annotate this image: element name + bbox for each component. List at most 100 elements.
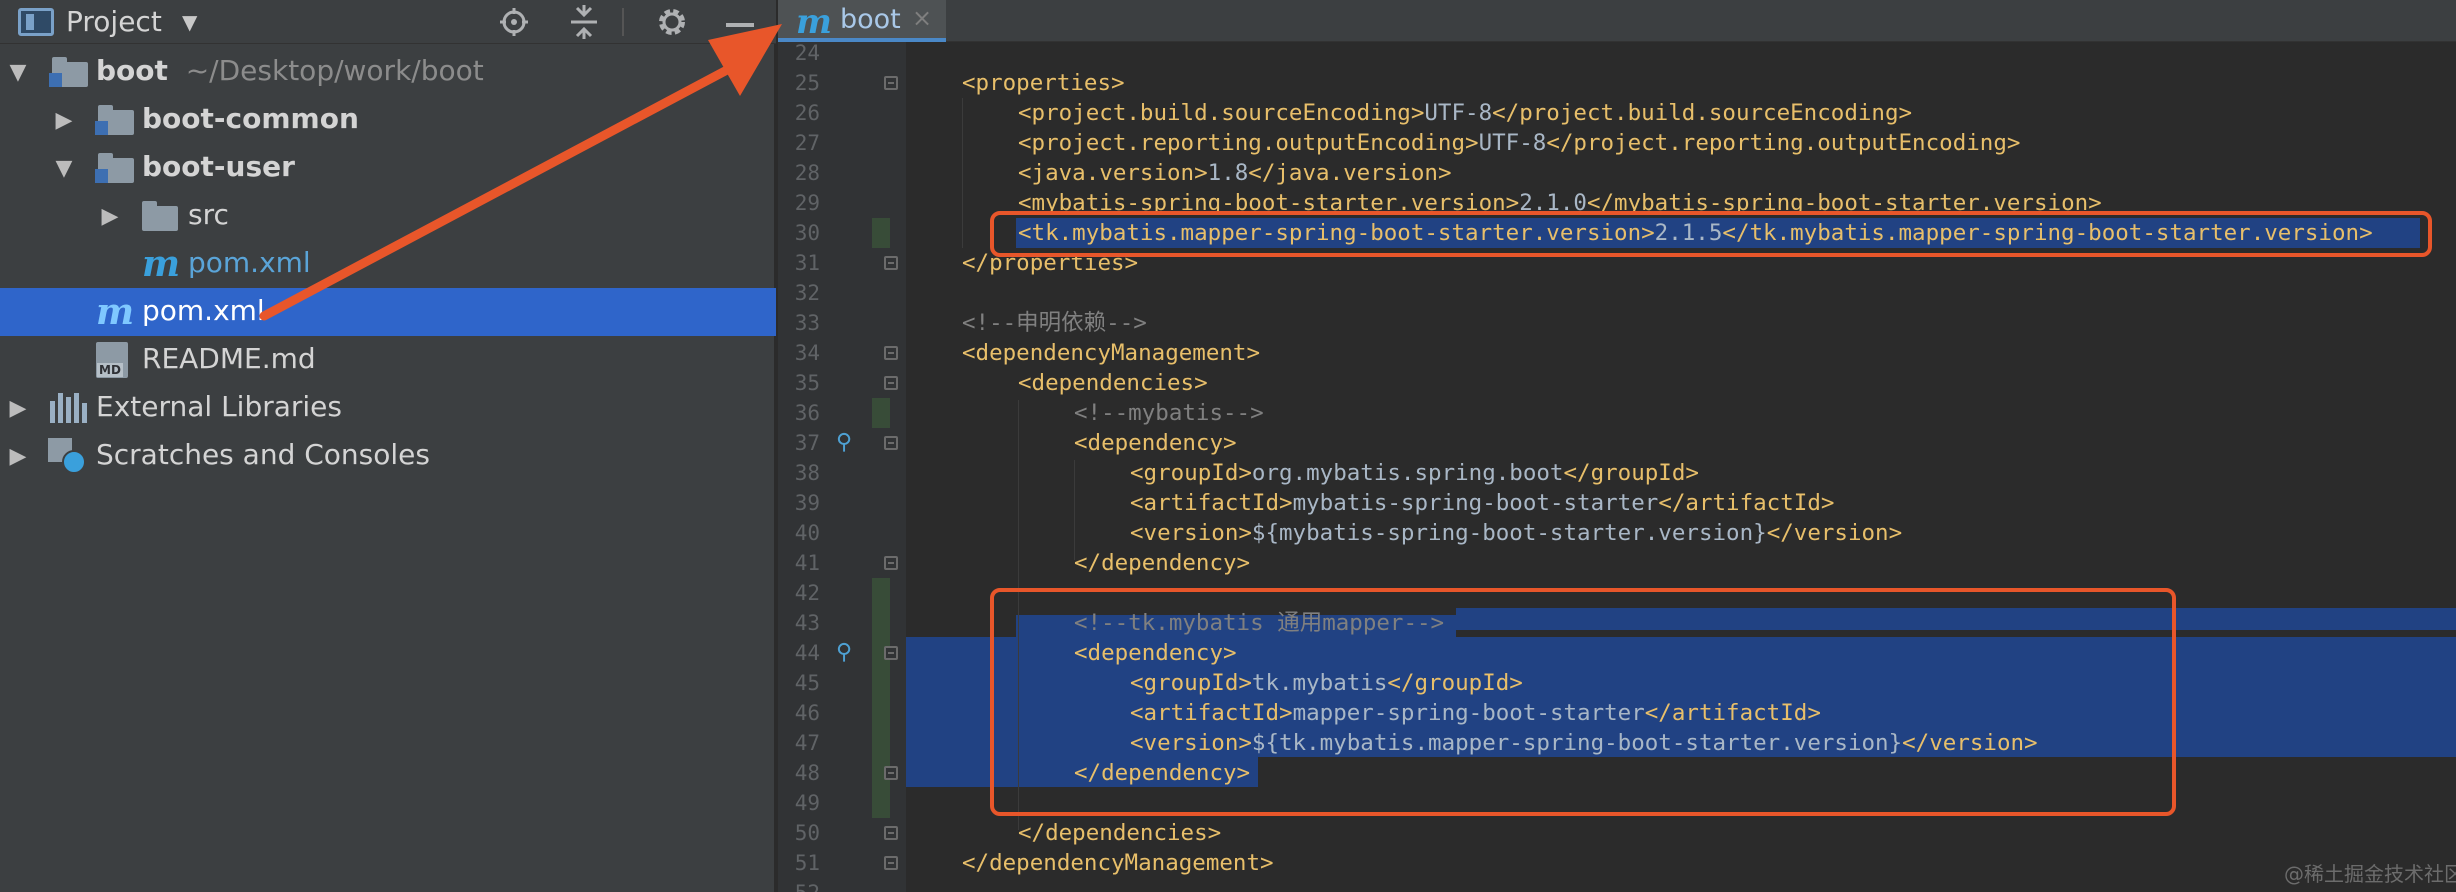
code-line[interactable]: <dependency> (1074, 428, 1237, 458)
dependency-gutter-icon[interactable]: ⚲ (832, 638, 856, 668)
dependency-gutter-icon[interactable]: ⚲ (832, 428, 856, 458)
xml-tag: </dependencies> (1018, 820, 1222, 846)
line-number: 37 (794, 431, 820, 455)
collapse-all-icon[interactable] (566, 4, 602, 40)
code-line[interactable]: <mybatis-spring-boot-starter.version>2.1… (1018, 188, 2102, 218)
chevron-down-icon[interactable]: ▼ (182, 10, 197, 34)
xml-text: mapper-spring-boot-starter (1292, 700, 1645, 726)
fold-marker-icon[interactable] (884, 766, 898, 780)
xml-tag: <dependencyManagement> (962, 340, 1261, 366)
line-number: 26 (794, 101, 820, 125)
xml-tag: </project.reporting.outputEncoding> (1546, 130, 2021, 156)
line-number: 27 (794, 131, 820, 155)
close-icon[interactable]: × (912, 4, 932, 32)
libraries-icon (50, 393, 87, 423)
fold-marker-icon[interactable] (884, 646, 898, 660)
minimize-icon[interactable] (722, 4, 758, 40)
expand-arrow-icon[interactable]: ▶ (52, 108, 76, 133)
line-number: 51 (794, 851, 820, 875)
fold-marker-icon[interactable] (884, 856, 898, 870)
xml-tag: <tk.mybatis.mapper-spring-boot-starter.v… (1018, 220, 1655, 246)
tree-item-boot-user[interactable]: ▼ boot-user (0, 144, 776, 192)
code-line[interactable]: <dependency> (1074, 638, 1237, 668)
line-number: 24 (794, 41, 820, 65)
line-number: 45 (794, 671, 820, 695)
xml-tag: </project.build.sourceEncoding> (1492, 100, 1913, 126)
tree-item-label: Scratches and Consoles (96, 438, 430, 471)
line-number: 49 (794, 791, 820, 815)
fold-marker-icon[interactable] (884, 346, 898, 360)
tree-item-boot[interactable]: ▼ boot ~/Desktop/work/boot (0, 48, 776, 96)
tab-boot[interactable]: m boot × (778, 0, 946, 42)
tree-item-label: src (188, 198, 229, 231)
expand-arrow-icon[interactable]: ▼ (6, 60, 30, 85)
fold-marker-icon[interactable] (884, 376, 898, 390)
code-line[interactable]: <version>${tk.mybatis.mapper-spring-boot… (1130, 728, 2038, 758)
vcs-change-marker[interactable] (872, 578, 890, 818)
tree-item-external-libraries[interactable]: ▶ External Libraries (0, 384, 776, 432)
xml-tag: </mybatis-spring-boot-starter.version> (1586, 190, 2102, 216)
xml-tag: </version> (1902, 730, 2038, 756)
vcs-change-marker[interactable] (872, 218, 890, 248)
xml-comment: <!--mybatis--> (1074, 400, 1264, 426)
tree-item-readme[interactable]: MD README.md (0, 336, 776, 384)
code-line[interactable]: <groupId>tk.mybatis</groupId> (1130, 668, 1523, 698)
code-line[interactable]: <dependencies> (1018, 368, 1208, 398)
tree-item-src[interactable]: ▶ src (0, 192, 776, 240)
xml-text: UTF-8 (1478, 130, 1547, 156)
line-number: 50 (794, 821, 820, 845)
code-line[interactable]: </dependency> (1074, 758, 1250, 788)
line-number: 29 (794, 191, 820, 215)
code-line[interactable]: <dependencyManagement> (962, 338, 1260, 368)
code-line[interactable]: <groupId>org.mybatis.spring.boot</groupI… (1130, 458, 1699, 488)
xml-tag: <dependencies> (1018, 370, 1208, 396)
fold-marker-icon[interactable] (884, 556, 898, 570)
code-line[interactable]: </dependencies> (1018, 818, 1221, 848)
xml-tag: <project.build.sourceEncoding> (1018, 100, 1425, 126)
code-line[interactable]: </properties> (962, 248, 1138, 278)
code-line[interactable]: <!--申明依赖--> (962, 308, 1147, 338)
line-number: 38 (794, 461, 820, 485)
code-line[interactable]: <tk.mybatis.mapper-spring-boot-starter.v… (1018, 218, 2373, 248)
tree-item-root-pom[interactable]: m pom.xml (0, 288, 776, 336)
tree-item-scratches[interactable]: ▶ Scratches and Consoles (0, 432, 776, 480)
code-line[interactable]: <java.version>1.8</java.version> (1018, 158, 1452, 188)
gear-icon[interactable] (652, 4, 692, 40)
code-line[interactable]: <version>${mybatis-spring-boot-starter.v… (1130, 518, 1902, 548)
code-line[interactable]: <artifactId>mapper-spring-boot-starter</… (1130, 698, 1821, 728)
xml-tag: </tk.mybatis.mapper-spring-boot-starter.… (1722, 220, 2373, 246)
fold-marker-icon[interactable] (884, 436, 898, 450)
locate-file-icon[interactable] (496, 4, 532, 40)
xml-tag: <groupId> (1130, 460, 1252, 486)
code-line[interactable]: <!--mybatis--> (1074, 398, 1264, 428)
line-number: 41 (794, 551, 820, 575)
fold-marker-icon[interactable] (884, 826, 898, 840)
code-line[interactable]: </dependencyManagement> (962, 848, 1274, 878)
xml-tag: <properties> (962, 70, 1125, 96)
expand-arrow-icon[interactable]: ▶ (6, 396, 30, 421)
line-number: 35 (794, 371, 820, 395)
project-panel-title[interactable]: Project (66, 2, 162, 42)
code-line[interactable]: <properties> (962, 68, 1125, 98)
expand-arrow-icon[interactable]: ▶ (98, 204, 122, 229)
xml-tag: </artifactId> (1644, 700, 1821, 726)
code-line[interactable]: <project.reporting.outputEncoding>UTF-8<… (1018, 128, 2020, 158)
fold-marker-icon[interactable] (884, 76, 898, 90)
tree-item-boot-user-pom[interactable]: m pom.xml (0, 240, 776, 288)
line-number: 40 (794, 521, 820, 545)
vcs-change-marker[interactable] (872, 398, 890, 428)
expand-arrow-icon[interactable]: ▶ (6, 444, 30, 469)
fold-marker-icon[interactable] (884, 256, 898, 270)
expand-arrow-icon[interactable]: ▼ (52, 156, 76, 181)
markdown-file-icon: MD (96, 342, 128, 378)
code-line[interactable]: <!--tk.mybatis 通用mapper--> (1074, 608, 1444, 638)
line-number: 28 (794, 161, 820, 185)
code-line[interactable]: <project.build.sourceEncoding>UTF-8</pro… (1018, 98, 1912, 128)
xml-comment: <!--tk.mybatis 通用mapper--> (1074, 610, 1445, 636)
code-line[interactable]: <artifactId>mybatis-spring-boot-starter<… (1130, 488, 1834, 518)
tree-item-boot-common[interactable]: ▶ boot-common (0, 96, 776, 144)
code-line[interactable]: </dependency> (1074, 548, 1250, 578)
folder-icon (142, 201, 178, 231)
xml-tag: <version> (1130, 520, 1252, 546)
tree-item-label: External Libraries (96, 390, 342, 423)
